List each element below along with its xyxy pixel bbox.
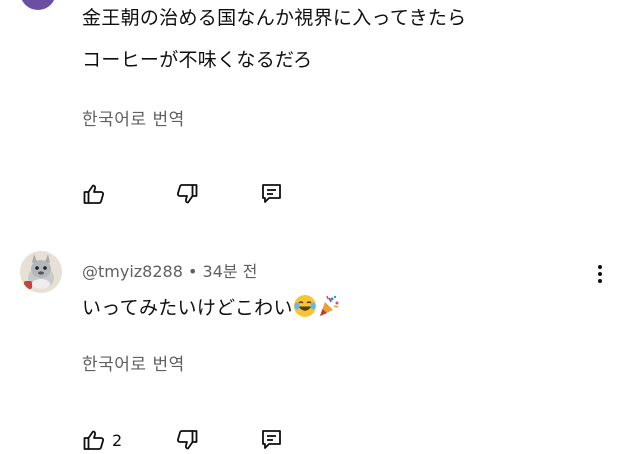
comment-text: いってみたいけどこわい	[82, 297, 293, 319]
avatar[interactable]	[20, 251, 62, 293]
translate-button[interactable]: 한국어로 번역	[82, 105, 185, 130]
translate-button[interactable]: 한국어로 번역	[82, 350, 185, 375]
like-button[interactable]	[82, 180, 106, 208]
thumbs-down-icon	[175, 428, 199, 452]
like-count: 2	[112, 430, 123, 450]
laughing-emoji: 😂	[293, 294, 317, 325]
comment-text-line: コーヒーが不味くなるだろ	[82, 49, 313, 71]
reply-icon	[260, 182, 284, 206]
party-popper-emoji: 🎉	[317, 294, 341, 325]
more-vert-icon	[590, 265, 610, 290]
meta-separator: •	[187, 262, 198, 281]
author-name[interactable]: @tmyiz8288	[82, 262, 183, 281]
comment-text-line: 金王朝の治める国なんか視界に入ってきたら	[82, 7, 467, 29]
comment-text-line: いってみたいけどこわい😂 🎉	[82, 294, 341, 325]
comment-meta: @tmyiz8288 • 34분 전	[82, 258, 257, 282]
thumbs-down-icon	[175, 182, 199, 206]
thumbs-up-icon	[82, 182, 106, 206]
dislike-button[interactable]	[175, 180, 199, 208]
more-button[interactable]	[590, 262, 610, 286]
thumbs-up-icon	[82, 428, 106, 452]
reply-button[interactable]	[260, 180, 284, 208]
avatar[interactable]	[20, 0, 56, 10]
reply-icon	[260, 428, 284, 452]
timestamp[interactable]: 34분 전	[203, 262, 258, 281]
